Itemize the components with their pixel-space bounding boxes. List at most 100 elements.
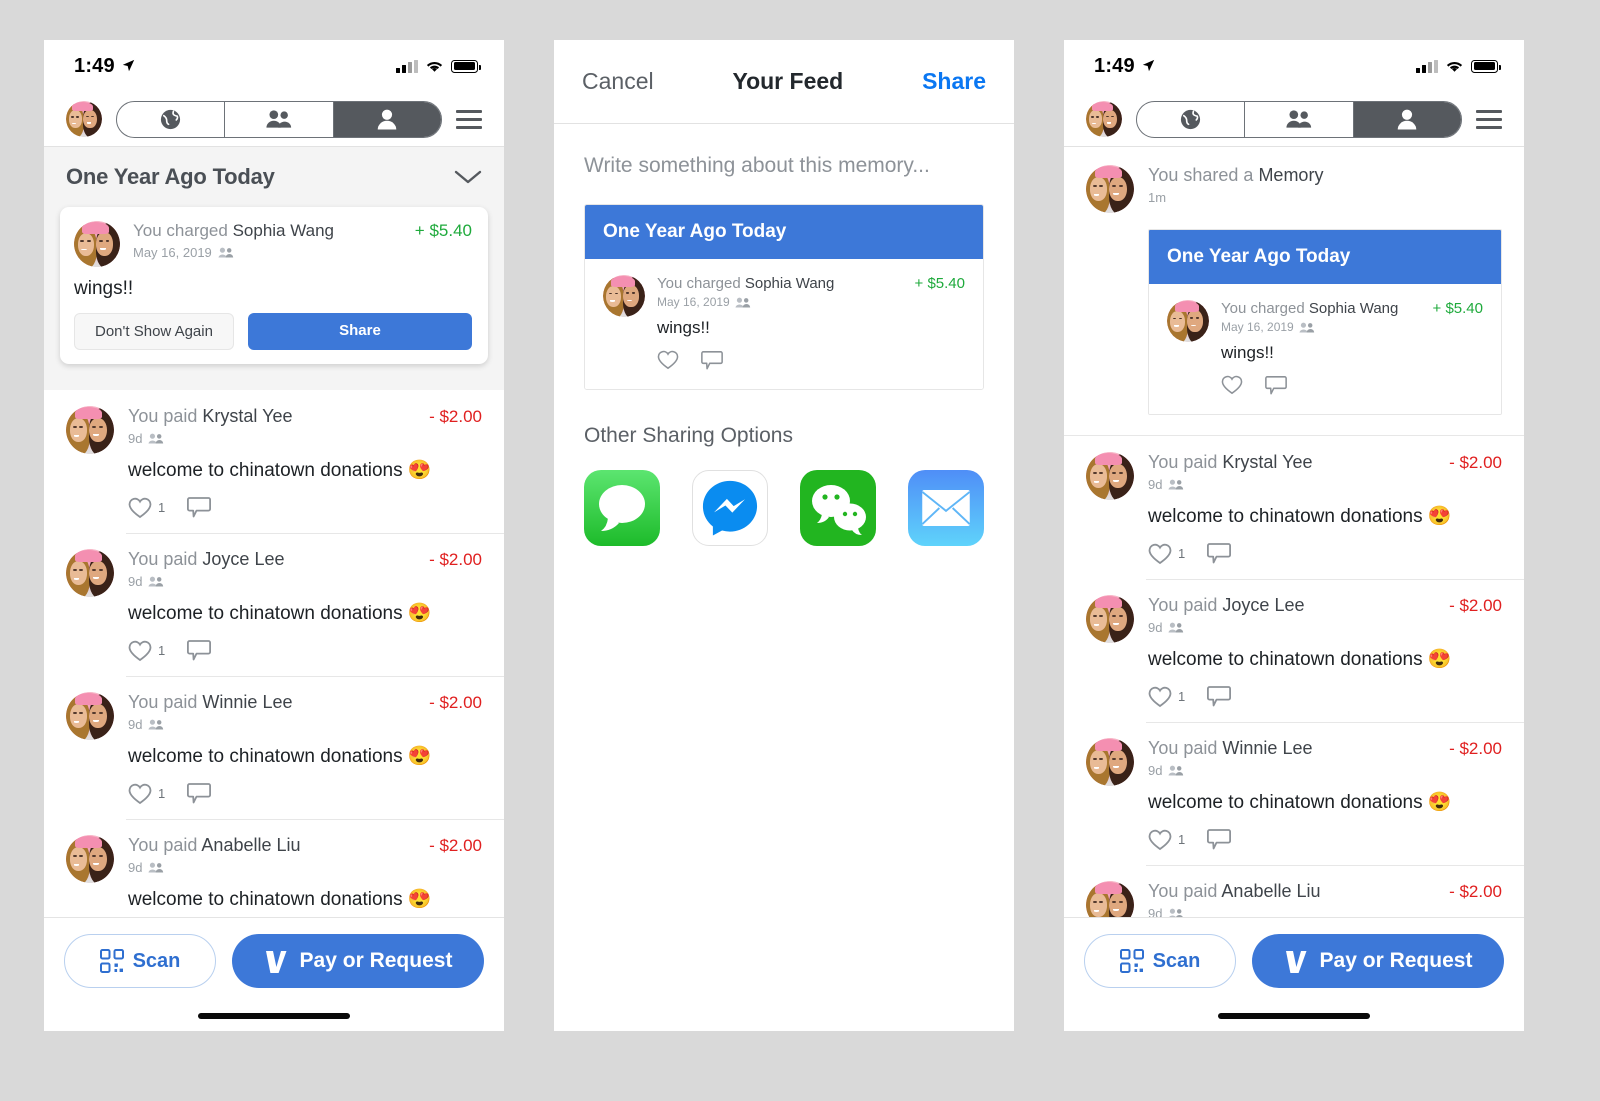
dont-show-again-button[interactable]: Don't Show Again [74,313,234,350]
like-action[interactable]: 1 [128,497,165,519]
table-row[interactable]: You paid Winnie Lee - $2.00 9d welcome to c… [44,676,504,819]
avatar [66,835,114,883]
friends-privacy-icon [735,297,750,307]
comment-action[interactable] [187,639,212,662]
transaction-meta: 9d [1148,763,1502,778]
sidebar-item-mine-feed[interactable] [1353,101,1461,137]
comment-bubble-icon[interactable] [1207,828,1232,851]
transaction-note: wings!! [657,318,710,337]
comment-bubble-icon[interactable] [1207,685,1232,708]
counterparty-name[interactable]: Krystal Yee [202,406,292,426]
post-social-actions: 1 [66,496,482,519]
scan-button[interactable]: Scan [1084,934,1236,988]
sidebar-item-public-feed[interactable] [117,101,226,137]
like-action[interactable]: 1 [1148,829,1185,851]
sidebar-item-public-feed[interactable] [1137,101,1246,137]
table-row[interactable]: You paid Joyce Lee - $2.00 9d welcome to ch… [1064,579,1524,722]
memory-promo-card[interactable]: You charged Sophia Wang + $5.40 May 16, … [60,207,488,364]
counterparty-name[interactable]: Joyce Lee [1222,595,1304,615]
transaction-meta: May 16, 2019 [657,295,965,309]
mail-app-icon[interactable] [908,470,984,546]
counterparty-name[interactable]: Sophia Wang [233,221,334,240]
comment-bubble-icon[interactable] [1207,542,1232,565]
comment-bubble-icon[interactable] [187,639,212,662]
sidebar-item-friends-feed[interactable] [1245,101,1354,137]
avatar [1086,165,1134,213]
comment-action[interactable] [187,496,212,519]
sidebar-item-friends-feed[interactable] [225,101,334,137]
counterparty-name[interactable]: Joyce Lee [202,549,284,569]
share-confirm-button[interactable]: Share [922,68,986,95]
heart-outline-icon[interactable] [1221,375,1243,395]
messages-app-icon[interactable] [584,470,660,546]
qr-code-icon [1119,949,1144,973]
like-action[interactable]: 1 [128,640,165,662]
pay-or-request-button[interactable]: Pay or Request [232,934,484,988]
facebook-messenger-icon[interactable] [692,470,768,546]
cancel-button[interactable]: Cancel [582,68,654,95]
hamburger-menu-icon[interactable] [1476,109,1502,129]
memory-preview-header: One Year Ago Today [1149,230,1501,284]
counterparty-name[interactable]: Anabelle Liu [1221,881,1320,901]
compose-input[interactable]: Write something about this memory... [554,124,1014,178]
comment-bubble-icon[interactable] [187,782,212,805]
heart-outline-icon[interactable] [1148,829,1172,851]
counterparty-name[interactable]: Anabelle Liu [201,835,300,855]
friends-privacy-icon [148,433,164,444]
comment-bubble-icon[interactable] [187,496,212,519]
user-avatar-photo[interactable] [1086,101,1122,137]
post-social-actions: 1 [1086,542,1502,565]
like-action[interactable]: 1 [128,783,165,805]
memory-preview-header: One Year Ago Today [585,205,983,259]
transaction-amount: + $5.40 [414,221,472,240]
transaction-actor: You paid Winnie Lee [128,692,293,712]
heart-outline-icon[interactable] [657,350,679,370]
avatar [1086,452,1134,500]
feed-scope-segmented-control[interactable] [116,100,442,138]
comment-bubble-icon[interactable] [1265,375,1287,396]
heart-outline-icon[interactable] [128,640,152,662]
transaction-note: wings!! [1221,343,1274,362]
memory-preview-card[interactable]: One Year Ago Today You charged Sophia Wa… [1148,229,1502,415]
hamburger-menu-icon[interactable] [456,109,482,129]
comment-action[interactable] [1207,685,1232,708]
like-action[interactable]: 1 [1148,686,1185,708]
shared-object-label: Memory [1258,165,1324,185]
user-avatar-photo[interactable] [66,101,102,137]
avatar [74,221,120,267]
table-row[interactable]: You paid Winnie Lee - $2.00 9d welcome to c… [1064,722,1524,865]
heart-outline-icon[interactable] [1148,686,1172,708]
transaction-note: welcome to chinatown donations 😍 [1148,649,1452,670]
pay-or-request-button[interactable]: Pay or Request [1252,934,1504,988]
comment-action[interactable] [1207,542,1232,565]
table-row[interactable]: You paid Anabelle Liu - $2.00 9d welcome to… [44,819,504,919]
sidebar-item-mine-feed[interactable] [333,101,441,137]
table-row[interactable]: You paid Krystal Yee - $2.00 9d welcome to … [1064,436,1524,579]
heart-outline-icon[interactable] [128,497,152,519]
table-row[interactable]: You paid Krystal Yee - $2.00 9d welcome to … [44,390,504,533]
comment-bubble-icon[interactable] [701,350,723,371]
wechat-app-icon[interactable] [800,470,876,546]
comment-action[interactable] [187,782,212,805]
scan-button[interactable]: Scan [64,934,216,988]
transaction-amount: - $2.00 [1449,596,1502,615]
counterparty-name[interactable]: Krystal Yee [1222,452,1312,472]
friends-privacy-icon [1168,622,1184,633]
counterparty-name[interactable]: Winnie Lee [1222,738,1312,758]
wifi-icon [426,61,443,72]
table-row[interactable]: You paid Joyce Lee - $2.00 9d welcome to ch… [44,533,504,676]
chevron-down-icon[interactable] [454,169,482,185]
heart-outline-icon[interactable] [1148,543,1172,565]
share-targets-row [554,448,1014,546]
feed-scope-segmented-control[interactable] [1136,100,1462,138]
like-action[interactable]: 1 [1148,543,1185,565]
comment-action[interactable] [1207,828,1232,851]
envelope-glyph [921,489,971,527]
memory-section-header[interactable]: One Year Ago Today [44,147,504,207]
share-sheet-nav: Cancel Your Feed Share [554,40,1014,124]
share-button[interactable]: Share [247,313,472,350]
heart-outline-icon[interactable] [128,783,152,805]
transaction-amount: + $5.40 [1432,300,1483,317]
like-count: 1 [158,786,166,801]
counterparty-name[interactable]: Winnie Lee [202,692,292,712]
